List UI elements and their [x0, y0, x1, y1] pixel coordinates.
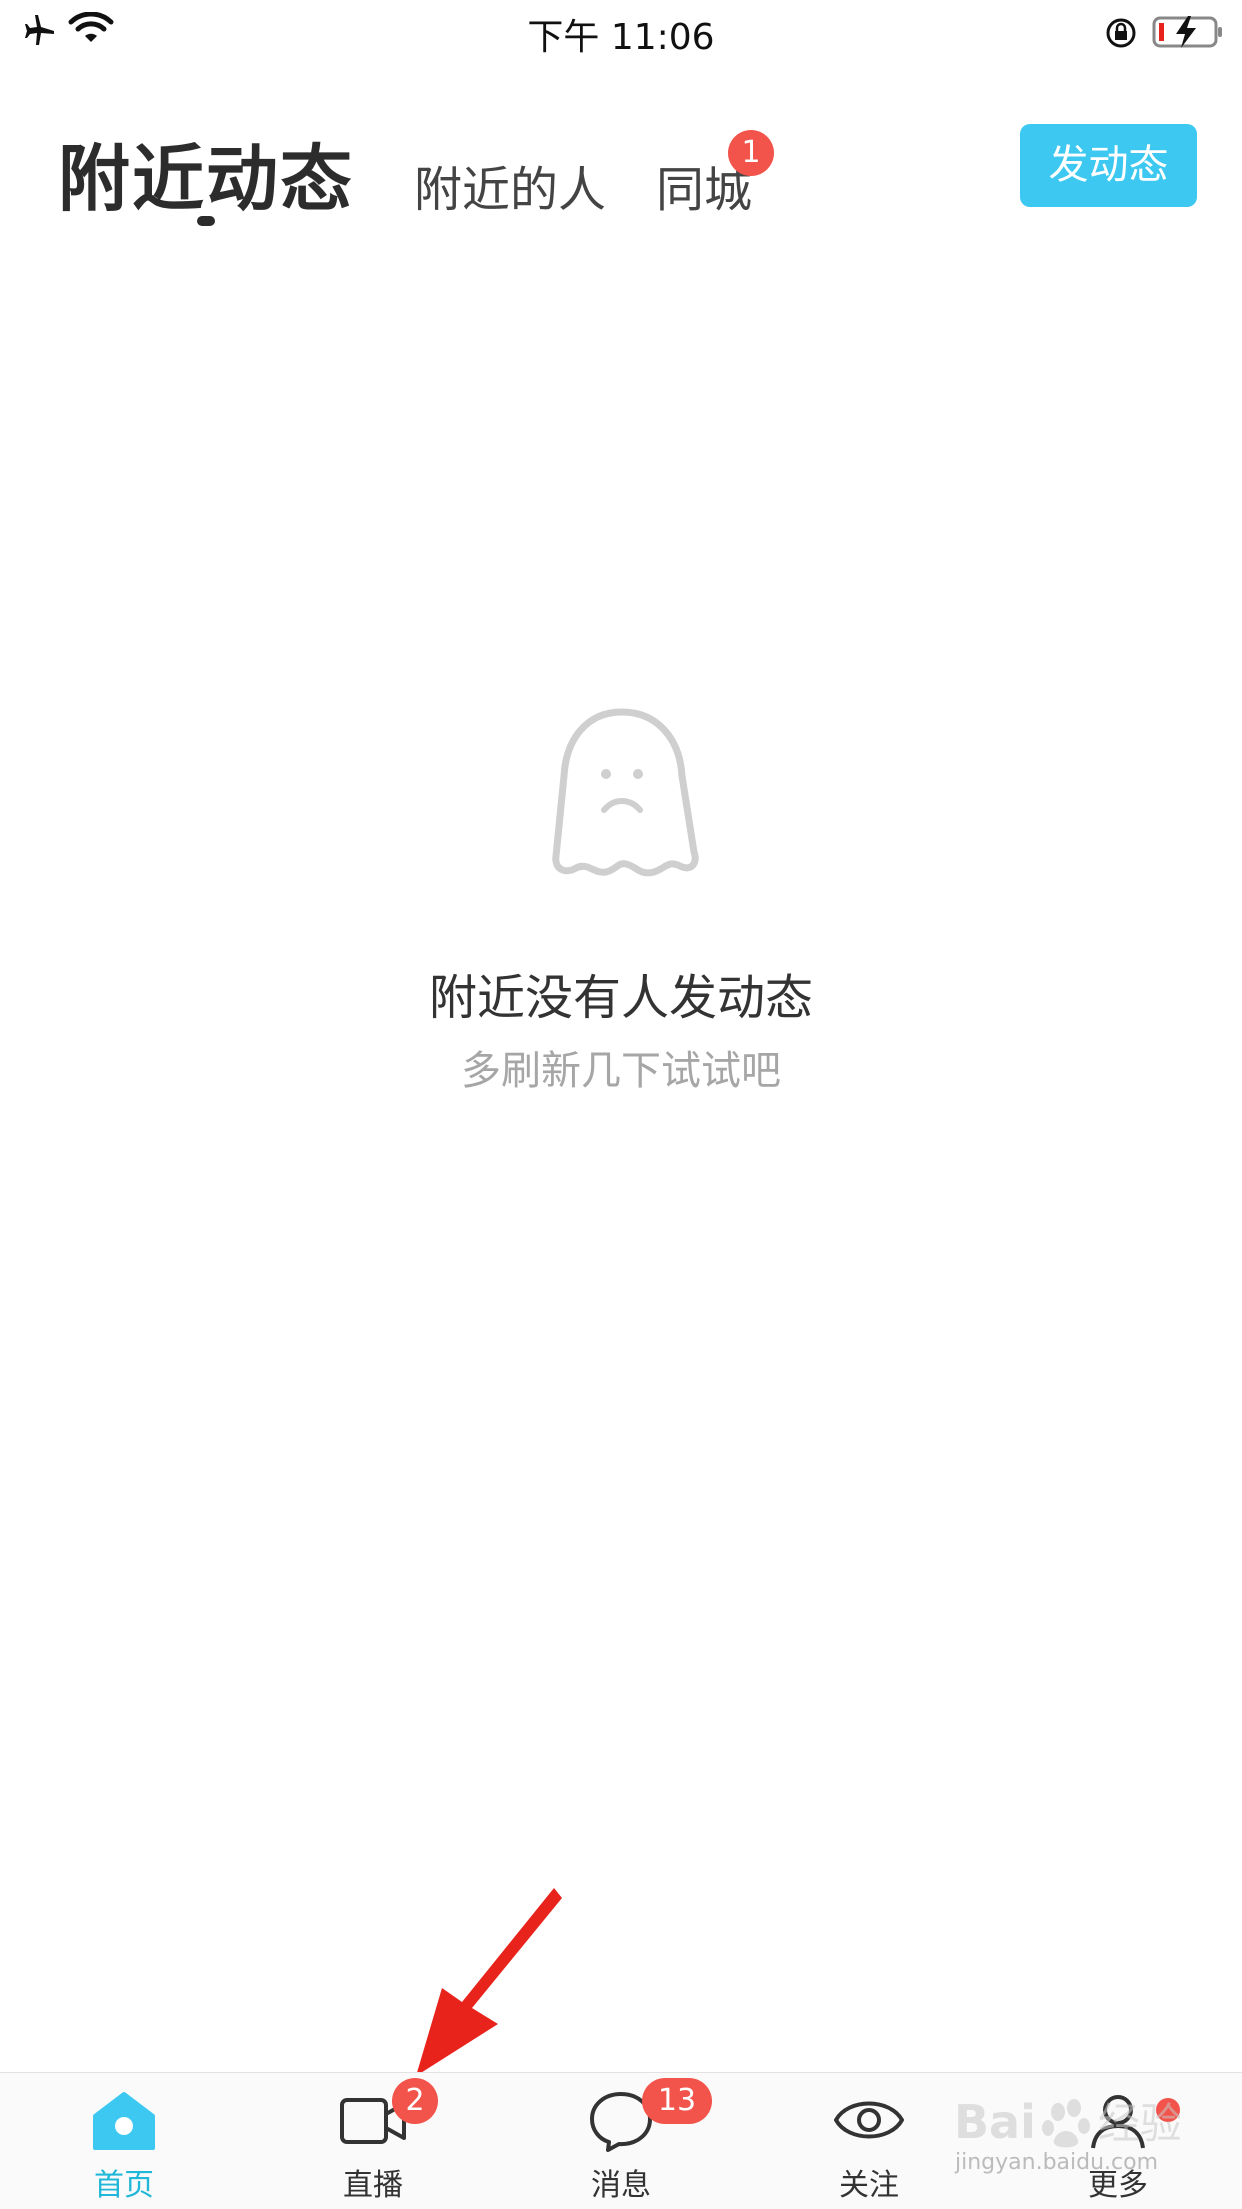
eye-icon — [834, 2101, 904, 2139]
tab-nearby-people[interactable]: 附近的人 — [414, 150, 606, 220]
nav-live-label: 直播 — [343, 2168, 403, 2203]
status-bar: 下午 11:06 — [0, 0, 1242, 62]
empty-state-title: 附近没有人发动态 — [428, 970, 813, 1026]
tab-nearby-posts[interactable]: 附近动态 — [58, 120, 354, 225]
nav-follow-label: 关注 — [839, 2168, 899, 2203]
active-tab-indicator — [197, 216, 215, 226]
post-button[interactable]: 发动态 — [1020, 124, 1197, 207]
watermark-url: jingyan.baidu.com — [955, 2150, 1159, 2175]
nav-follow[interactable]: 关注 — [794, 2088, 944, 2208]
status-time: 下午 11:06 — [527, 17, 715, 58]
nav-home[interactable]: 首页 — [49, 2088, 199, 2208]
svg-text:经验: 经验 — [1098, 2099, 1180, 2148]
annotation-arrow-icon — [416, 1888, 562, 2076]
messages-badge: 13 — [642, 2078, 712, 2124]
home-icon — [93, 2092, 155, 2150]
sad-ghost-icon — [552, 708, 699, 877]
battery-charging-icon — [1152, 16, 1222, 48]
same-city-badge: 1 — [728, 130, 774, 176]
nav-home-label: 首页 — [94, 2168, 154, 2203]
nav-messages-label: 消息 — [591, 2168, 651, 2203]
rotation-lock-icon — [1106, 18, 1136, 48]
baidu-jingyan-watermark: Bai 经验 — [954, 2095, 1180, 2149]
live-badge: 2 — [392, 2078, 438, 2124]
svg-text:Bai: Bai — [954, 2095, 1036, 2149]
empty-state-subtitle: 多刷新几下试试吧 — [461, 1048, 781, 1094]
